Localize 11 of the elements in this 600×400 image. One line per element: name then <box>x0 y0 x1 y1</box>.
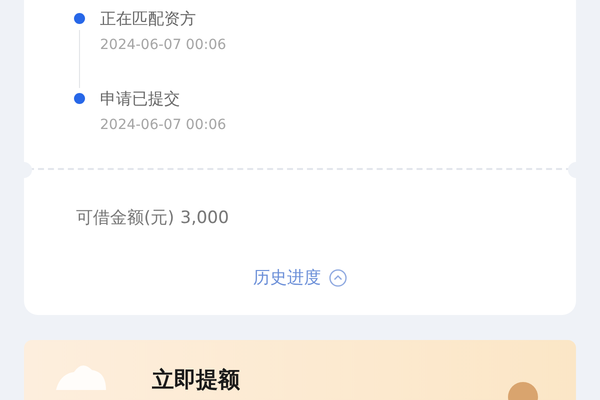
timeline-dot <box>74 13 85 24</box>
amount-label: 可借金额(元) <box>76 207 174 230</box>
step-time: 2024-06-07 00:06 <box>100 36 226 54</box>
timeline-dot <box>74 93 85 104</box>
step-time: 2024-06-07 00:06 <box>100 116 226 134</box>
chevron-up-icon <box>329 268 347 286</box>
banner-title: 立即提额 <box>152 366 240 395</box>
amount-value: 3,000 <box>180 207 229 230</box>
promo-banner[interactable]: 立即提额 <box>24 340 576 400</box>
step-title: 正在匹配资方 <box>100 8 197 30</box>
step-title: 申请已提交 <box>100 88 181 110</box>
